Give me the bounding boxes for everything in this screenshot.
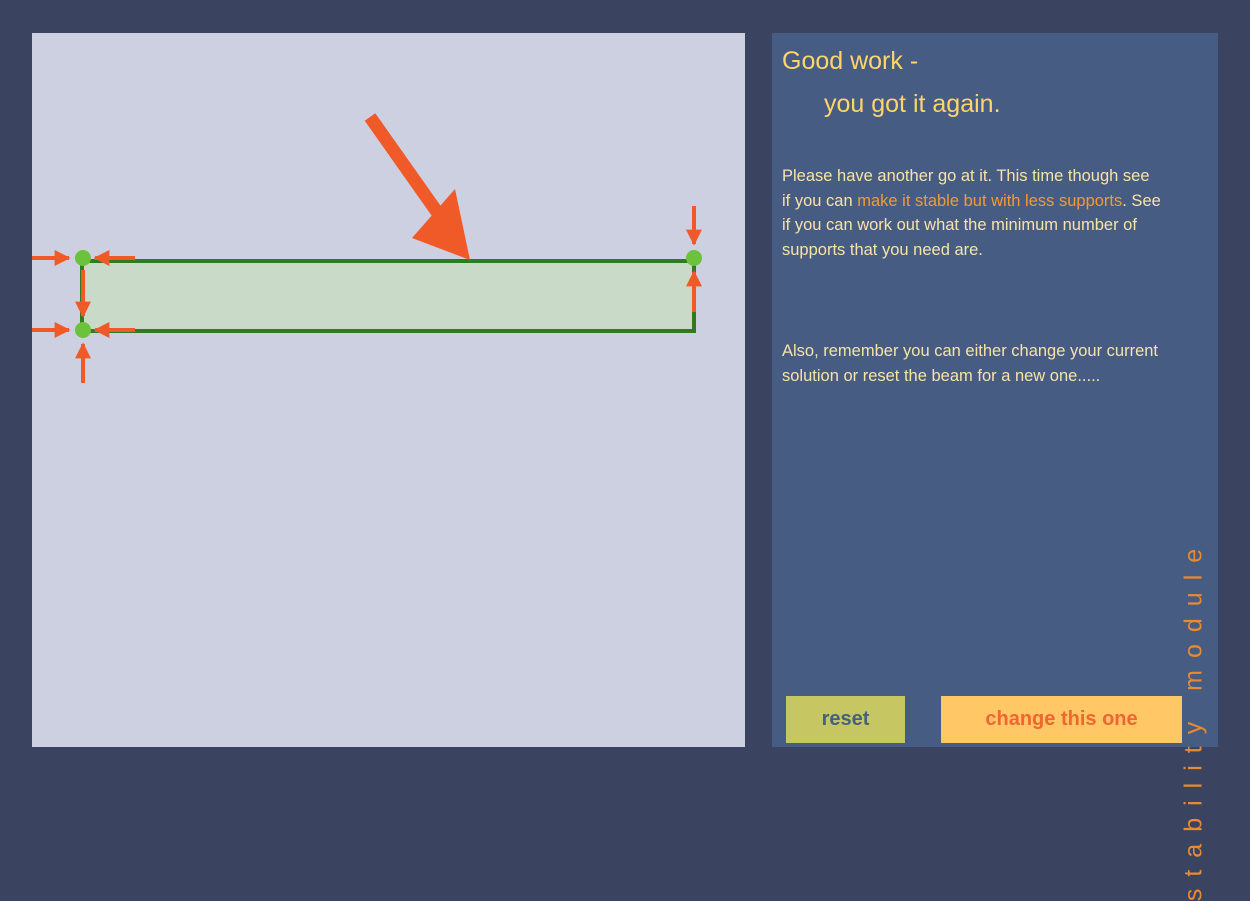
node-top-right[interactable] xyxy=(686,250,702,266)
load-arrow[interactable] xyxy=(364,113,470,260)
node-top-left[interactable] xyxy=(75,250,91,266)
heading-line-1: Good work - xyxy=(782,47,919,75)
heading-line-2: you got it again. xyxy=(824,90,1001,118)
change-this-one-button[interactable]: change this one xyxy=(941,696,1182,743)
beam-canvas[interactable] xyxy=(32,33,745,747)
module-title-vertical: stability module xyxy=(1179,536,1208,901)
beam-diagram[interactable] xyxy=(32,33,745,747)
instructions-highlight: make it stable but with less supports xyxy=(857,191,1123,210)
info-panel: Good work - you got it again. Please hav… xyxy=(772,33,1218,901)
reset-button[interactable]: reset xyxy=(786,696,905,743)
beam[interactable] xyxy=(80,259,696,333)
support-bottom-left[interactable] xyxy=(32,322,135,383)
instructions-paragraph: Please have another go at it. This time … xyxy=(782,164,1162,262)
reminder-paragraph: Also, remember you can either change you… xyxy=(782,342,1159,385)
node-bottom-left[interactable] xyxy=(75,322,91,338)
